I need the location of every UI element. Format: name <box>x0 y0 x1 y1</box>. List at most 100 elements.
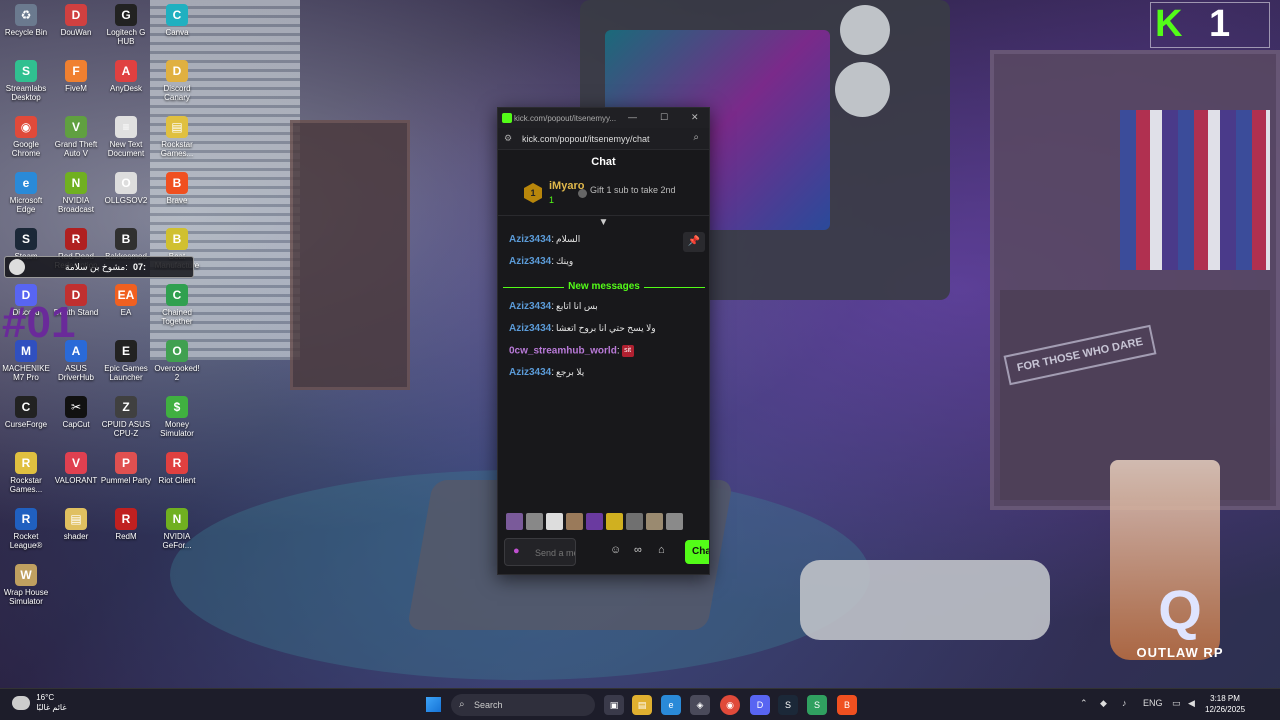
emote-icon[interactable] <box>566 513 583 530</box>
app-icon: N <box>65 172 87 194</box>
media-widget[interactable]: مشوخ بن سلامة: 07: <box>4 256 194 278</box>
tray-app-icon[interactable]: ◆ <box>1100 698 1107 709</box>
desktop-icon[interactable]: B Brave <box>151 172 203 205</box>
app-icon: ◉ <box>15 116 37 138</box>
chat-username[interactable]: 0cw_streamhub_world <box>509 346 617 357</box>
chrome-icon[interactable]: ◉ <box>720 695 740 715</box>
desktop-icon[interactable]: R Rockstar Games... <box>0 452 52 494</box>
desktop-icon[interactable]: D Discord Canary <box>151 60 203 102</box>
app-icon: D <box>65 4 87 26</box>
desktop-icon[interactable]: V VALORANT <box>50 452 102 485</box>
chat-input-box[interactable]: ● <box>504 538 576 566</box>
chat-username[interactable]: Aziz3434 <box>509 323 551 334</box>
desktop-icon[interactable]: e Microsoft Edge <box>0 172 52 214</box>
desktop-icon[interactable]: R RedM <box>100 508 152 541</box>
tray-chevron-icon[interactable]: ⌃ <box>1080 698 1088 709</box>
emote-icon[interactable] <box>586 513 603 530</box>
chat-username[interactable]: Aziz3434 <box>509 234 551 245</box>
taskbar-search[interactable]: ⌕ Search <box>451 694 595 716</box>
desktop-icon[interactable]: F FiveM <box>50 60 102 93</box>
desktop-icon-label: Riot Client <box>158 476 196 485</box>
desktop-icon[interactable]: C CurseForge <box>0 396 52 429</box>
desktop-icon[interactable]: S Streamlabs Desktop <box>0 60 52 102</box>
language-indicator[interactable]: ENG <box>1143 698 1163 708</box>
desktop-icon[interactable]: EA EA <box>100 284 152 317</box>
play-button-icon[interactable] <box>9 259 25 275</box>
steam-icon[interactable]: S <box>778 695 798 715</box>
collapse-chevron-icon[interactable]: ▼ <box>498 216 709 230</box>
microphone-tray-icon[interactable]: ♪ <box>1122 698 1127 708</box>
desktop-icon[interactable]: C Chained Together <box>151 284 203 326</box>
store-icon[interactable]: ⌂ <box>658 544 665 556</box>
emote-icon[interactable] <box>606 513 623 530</box>
desktop-icon[interactable]: N NVIDIA Broadcast <box>50 172 102 214</box>
chat-username[interactable]: Aziz3434 <box>509 256 551 267</box>
desktop-icon[interactable]: R Rocket League® <box>0 508 52 550</box>
address-bar[interactable]: ⚙ kick.com/popout/itsenemyy/chat ⌕ <box>498 128 709 150</box>
app-icon: E <box>115 340 137 362</box>
minimize-icon[interactable]: — <box>628 112 637 122</box>
chat-username[interactable]: Aziz3434 <box>509 367 551 378</box>
site-settings-icon[interactable]: ⚙ <box>504 133 512 144</box>
desktop-icon[interactable]: P Pummel Party <box>100 452 152 485</box>
discord-icon[interactable]: D <box>750 695 770 715</box>
chat-username[interactable]: Aziz3434 <box>509 301 551 312</box>
emote-icon[interactable] <box>626 513 643 530</box>
address-url[interactable]: kick.com/popout/itsenemyy/chat <box>522 134 650 144</box>
desktop-icon[interactable]: C Canva <box>151 4 203 37</box>
desktop-icon[interactable]: Z CPUID ASUS CPU-Z <box>100 396 152 438</box>
desktop-icon[interactable]: ✂ CapCut <box>50 396 102 429</box>
desktop-icon[interactable]: W Wrap House Simulator <box>0 564 52 606</box>
desktop-icon-label: Recycle Bin <box>4 28 48 37</box>
desktop-icon[interactable]: ▤ Rockstar Games... <box>151 116 203 158</box>
windows-start-icon[interactable] <box>426 697 441 712</box>
store-taskbar-icon[interactable]: ◈ <box>690 695 710 715</box>
desktop-icon[interactable]: O Overcooked! 2 <box>151 340 203 382</box>
chat-popout-window[interactable]: kick.com/popout/itsenemyy... — ☐ ✕ ⚙ kic… <box>497 107 710 575</box>
emote-icon[interactable] <box>506 513 523 530</box>
desktop-icon-label: DouWan <box>60 28 92 37</box>
chat-input[interactable] <box>535 543 575 563</box>
desktop-icon[interactable]: O OLLGSOV2 <box>100 172 152 205</box>
maximize-icon[interactable]: ☐ <box>660 112 668 123</box>
desktop-icon[interactable]: D DouWan <box>50 4 102 37</box>
edge-icon[interactable]: e <box>661 695 681 715</box>
desktop-icon[interactable]: ▤ shader <box>50 508 102 541</box>
microphone-icon[interactable]: ● <box>513 545 520 557</box>
app-icon: O <box>166 340 188 362</box>
desktop-icon[interactable]: ♻ Recycle Bin <box>0 4 52 37</box>
pin-icon[interactable]: 📌 <box>683 232 705 252</box>
network-icon[interactable]: ▭ <box>1172 698 1181 709</box>
emoji-icon[interactable]: ☺ <box>610 544 621 556</box>
desktop-icon[interactable]: ≡ New Text Document <box>100 116 152 158</box>
infinity-icon[interactable]: ∞ <box>634 544 642 556</box>
desktop-icon[interactable]: R Riot Client <box>151 452 203 485</box>
emote-icon[interactable] <box>646 513 663 530</box>
gift-leaderboard-banner[interactable]: 1 iMyaro 1 Gift 1 sub to take 2nd <box>498 174 709 216</box>
weather-widget[interactable]: 16°C غائم غالبًا <box>12 693 67 713</box>
emote-icon[interactable] <box>526 513 543 530</box>
desktop-icon[interactable]: V Grand Theft Auto V <box>50 116 102 158</box>
task-view-icon[interactable]: ▣ <box>604 695 624 715</box>
desktop-icon-label: Chained Together <box>161 308 193 326</box>
desktop-icon-label: MACHENIKE M7 Pro <box>2 364 50 382</box>
emote-icon[interactable] <box>666 513 683 530</box>
desktop-icon[interactable]: N NVIDIA GeFor... <box>151 508 203 550</box>
file-explorer-icon[interactable]: ▤ <box>632 695 652 715</box>
emote-icon[interactable] <box>546 513 563 530</box>
close-icon[interactable]: ✕ <box>691 112 699 123</box>
desktop-icon-label: shader <box>63 532 89 541</box>
volume-icon[interactable]: ◀ <box>1188 698 1195 709</box>
app-icon: B <box>166 228 188 250</box>
desktop-icon[interactable]: $ Money Simulator <box>151 396 203 438</box>
streamlabs-icon[interactable]: S <box>807 695 827 715</box>
zoom-icon[interactable]: ⌕ <box>693 132 699 143</box>
taskbar-clock[interactable]: 3:18 PM 12/26/2025 <box>1205 693 1245 715</box>
brave-icon[interactable]: B <box>837 695 857 715</box>
desktop-icon[interactable]: ◉ Google Chrome <box>0 116 52 158</box>
window-titlebar[interactable]: kick.com/popout/itsenemyy... — ☐ ✕ <box>498 108 709 128</box>
desktop-icon[interactable]: E Epic Games Launcher <box>100 340 152 382</box>
desktop-icon[interactable]: A AnyDesk <box>100 60 152 93</box>
send-chat-button[interactable]: Chat <box>685 540 709 564</box>
desktop-icon[interactable]: G Logitech G HUB <box>100 4 152 46</box>
